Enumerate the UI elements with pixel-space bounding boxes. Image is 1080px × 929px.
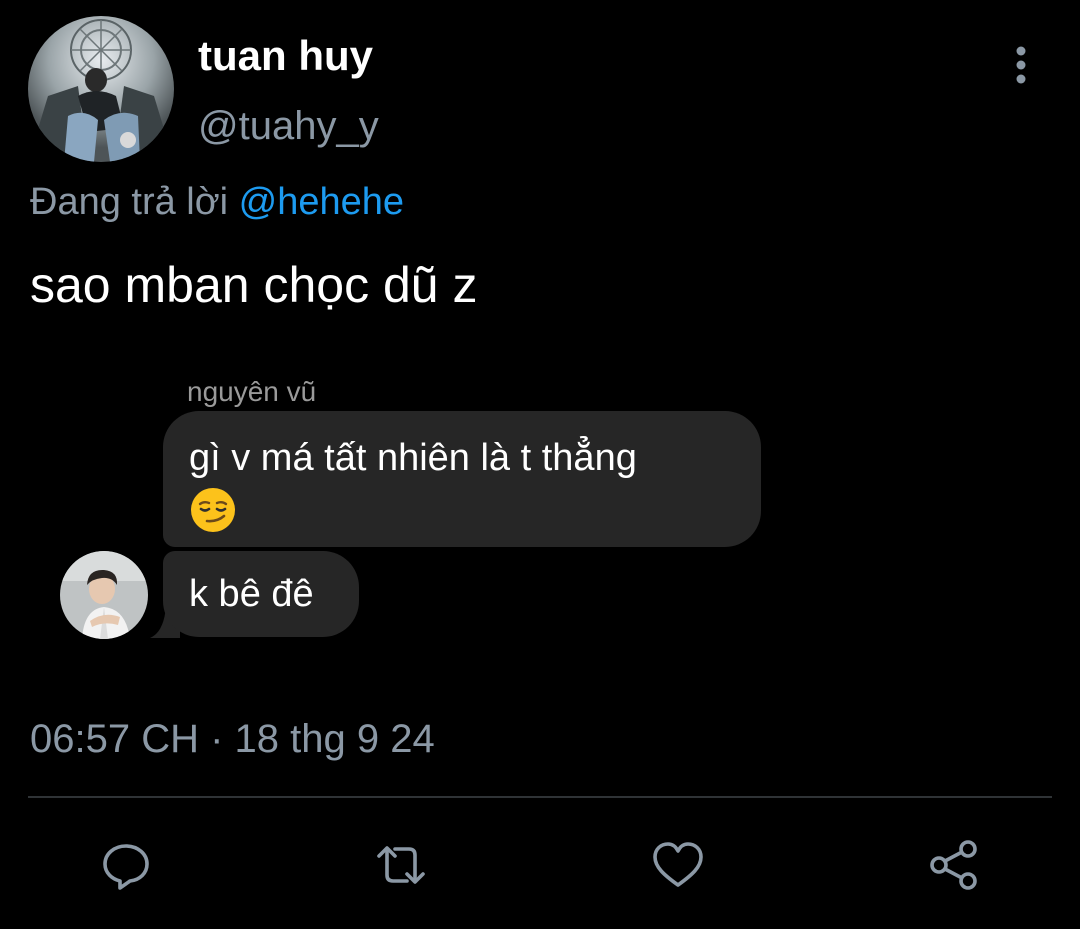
replying-to-label: Đang trả lời bbox=[30, 181, 229, 223]
chat-profile-photo-icon bbox=[60, 551, 148, 639]
replying-to-mention[interactable]: @hehehe bbox=[239, 181, 404, 223]
reply-button[interactable] bbox=[96, 835, 156, 895]
tweet-text: sao mban chọc dũ z bbox=[30, 257, 478, 313]
chat-message-2-text: k bê đê bbox=[189, 573, 314, 615]
heart-icon bbox=[653, 842, 703, 887]
chat-bubble-2: k bê đê bbox=[163, 551, 359, 637]
author-avatar-image bbox=[28, 16, 174, 162]
divider bbox=[28, 796, 1052, 798]
chat-avatar bbox=[60, 551, 148, 639]
more-vertical-icon bbox=[1016, 46, 1026, 84]
retweet-icon bbox=[377, 846, 425, 884]
share-icon bbox=[930, 840, 977, 890]
smirking-face-icon bbox=[191, 487, 235, 532]
author-display-name[interactable]: tuan huy bbox=[198, 28, 373, 84]
chat-bubble-1: gì v má tất nhiên là t thẳng bbox=[163, 411, 761, 547]
retweet-button[interactable] bbox=[371, 835, 431, 895]
tweet-timestamp[interactable]: 06:57 CH · 18 thg 9 24 bbox=[30, 712, 435, 766]
like-button[interactable] bbox=[648, 835, 708, 895]
share-button[interactable] bbox=[924, 835, 984, 895]
more-options-button[interactable] bbox=[1000, 40, 1042, 90]
chat-sender-name: nguyên vũ bbox=[187, 376, 317, 407]
author-handle[interactable]: @tuahy_y bbox=[198, 98, 379, 154]
replying-to-line: Đang trả lời @hehehe bbox=[30, 176, 404, 228]
chat-message-1-text: gì v má tất nhiên là t thẳng bbox=[189, 437, 637, 479]
reply-icon bbox=[103, 844, 149, 890]
author-avatar[interactable] bbox=[28, 16, 174, 162]
